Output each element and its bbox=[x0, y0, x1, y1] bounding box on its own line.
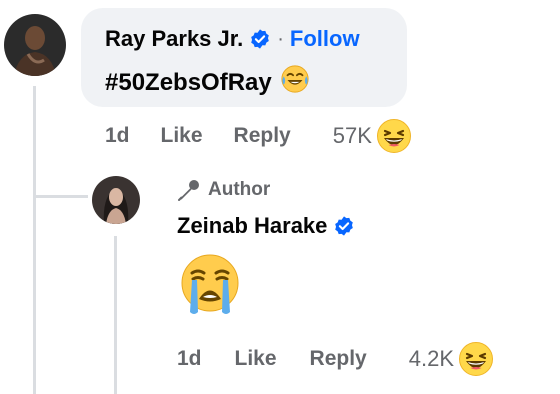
comment-bubble: Ray Parks Jr. · Follow #50ZebsOfRay bbox=[81, 8, 407, 107]
commenter-avatar[interactable] bbox=[4, 14, 66, 76]
thread-line-reply bbox=[114, 236, 117, 394]
loudly-crying-face-icon bbox=[177, 252, 243, 323]
reply-author-name[interactable]: Zeinab Harake bbox=[177, 213, 327, 239]
comment-like-button[interactable]: Like bbox=[161, 124, 203, 148]
follow-button[interactable]: Follow bbox=[290, 26, 360, 52]
verified-badge-icon bbox=[249, 28, 271, 50]
reply-actions: 1d Like Reply 4.2K bbox=[177, 341, 494, 377]
reply-timestamp[interactable]: 1d bbox=[177, 347, 202, 371]
author-badge-label: Author bbox=[208, 179, 271, 200]
reply-like-button[interactable]: Like bbox=[235, 347, 277, 371]
verified-badge-icon bbox=[333, 215, 355, 237]
reply-header: Zeinab Harake bbox=[177, 213, 355, 239]
comment-text-row: #50ZebsOfRay bbox=[105, 64, 310, 101]
commenter-name[interactable]: Ray Parks Jr. bbox=[105, 26, 243, 52]
reply-reaction-count[interactable]: 4.2K bbox=[409, 346, 454, 372]
separator-dot: · bbox=[277, 27, 284, 50]
microphone-icon bbox=[177, 178, 201, 202]
comment-reply-button[interactable]: Reply bbox=[234, 124, 291, 148]
reply-author-avatar[interactable] bbox=[92, 176, 140, 224]
comment-actions: 1d Like Reply 57K bbox=[105, 118, 412, 154]
comment-header: Ray Parks Jr. · Follow bbox=[105, 26, 360, 52]
face-with-tears-of-joy-icon bbox=[280, 64, 310, 101]
author-badge: Author bbox=[177, 178, 270, 202]
thread-line-branch-vertical bbox=[33, 86, 36, 196]
reply-reply-button[interactable]: Reply bbox=[310, 347, 367, 371]
comment-reaction-count[interactable]: 57K bbox=[333, 123, 372, 149]
comment-timestamp[interactable]: 1d bbox=[105, 124, 130, 148]
thread-line-branch-horizontal bbox=[33, 195, 88, 198]
comment-text: #50ZebsOfRay bbox=[105, 68, 272, 96]
haha-reaction-icon[interactable] bbox=[376, 118, 412, 154]
haha-reaction-icon[interactable] bbox=[458, 341, 494, 377]
